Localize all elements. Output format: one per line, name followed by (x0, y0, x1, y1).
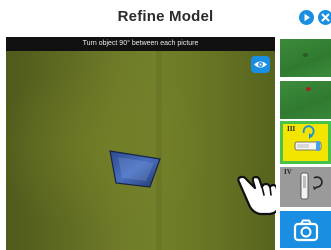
capture-button[interactable] (280, 211, 331, 248)
rotate-object-instruction-icon (294, 125, 322, 151)
play-button[interactable] (299, 10, 314, 25)
camera-view: Turn object 90° between each picture (6, 37, 275, 250)
step-thumbnail-3[interactable]: III (280, 121, 331, 164)
close-button[interactable] (318, 10, 331, 25)
visibility-toggle-button[interactable] (251, 56, 270, 73)
page-title: Refine Model (117, 8, 214, 25)
eye-icon (254, 61, 267, 68)
scanned-object (109, 150, 161, 188)
header-bar: Refine Model (0, 0, 331, 35)
rotate-object-instruction-icon (300, 172, 323, 200)
play-icon (304, 13, 310, 22)
camera-icon (293, 219, 319, 242)
instruction-banner: Turn object 90° between each picture (6, 37, 275, 51)
capture-steps-panel: III IV (276, 37, 331, 250)
step-thumbnail-2[interactable] (280, 81, 331, 119)
thumbnail-object (303, 53, 308, 57)
close-icon (321, 13, 330, 22)
step-thumbnail-1[interactable] (280, 39, 331, 77)
thumbnail-object (306, 87, 311, 91)
step-thumbnail-4[interactable]: IV (280, 167, 331, 207)
